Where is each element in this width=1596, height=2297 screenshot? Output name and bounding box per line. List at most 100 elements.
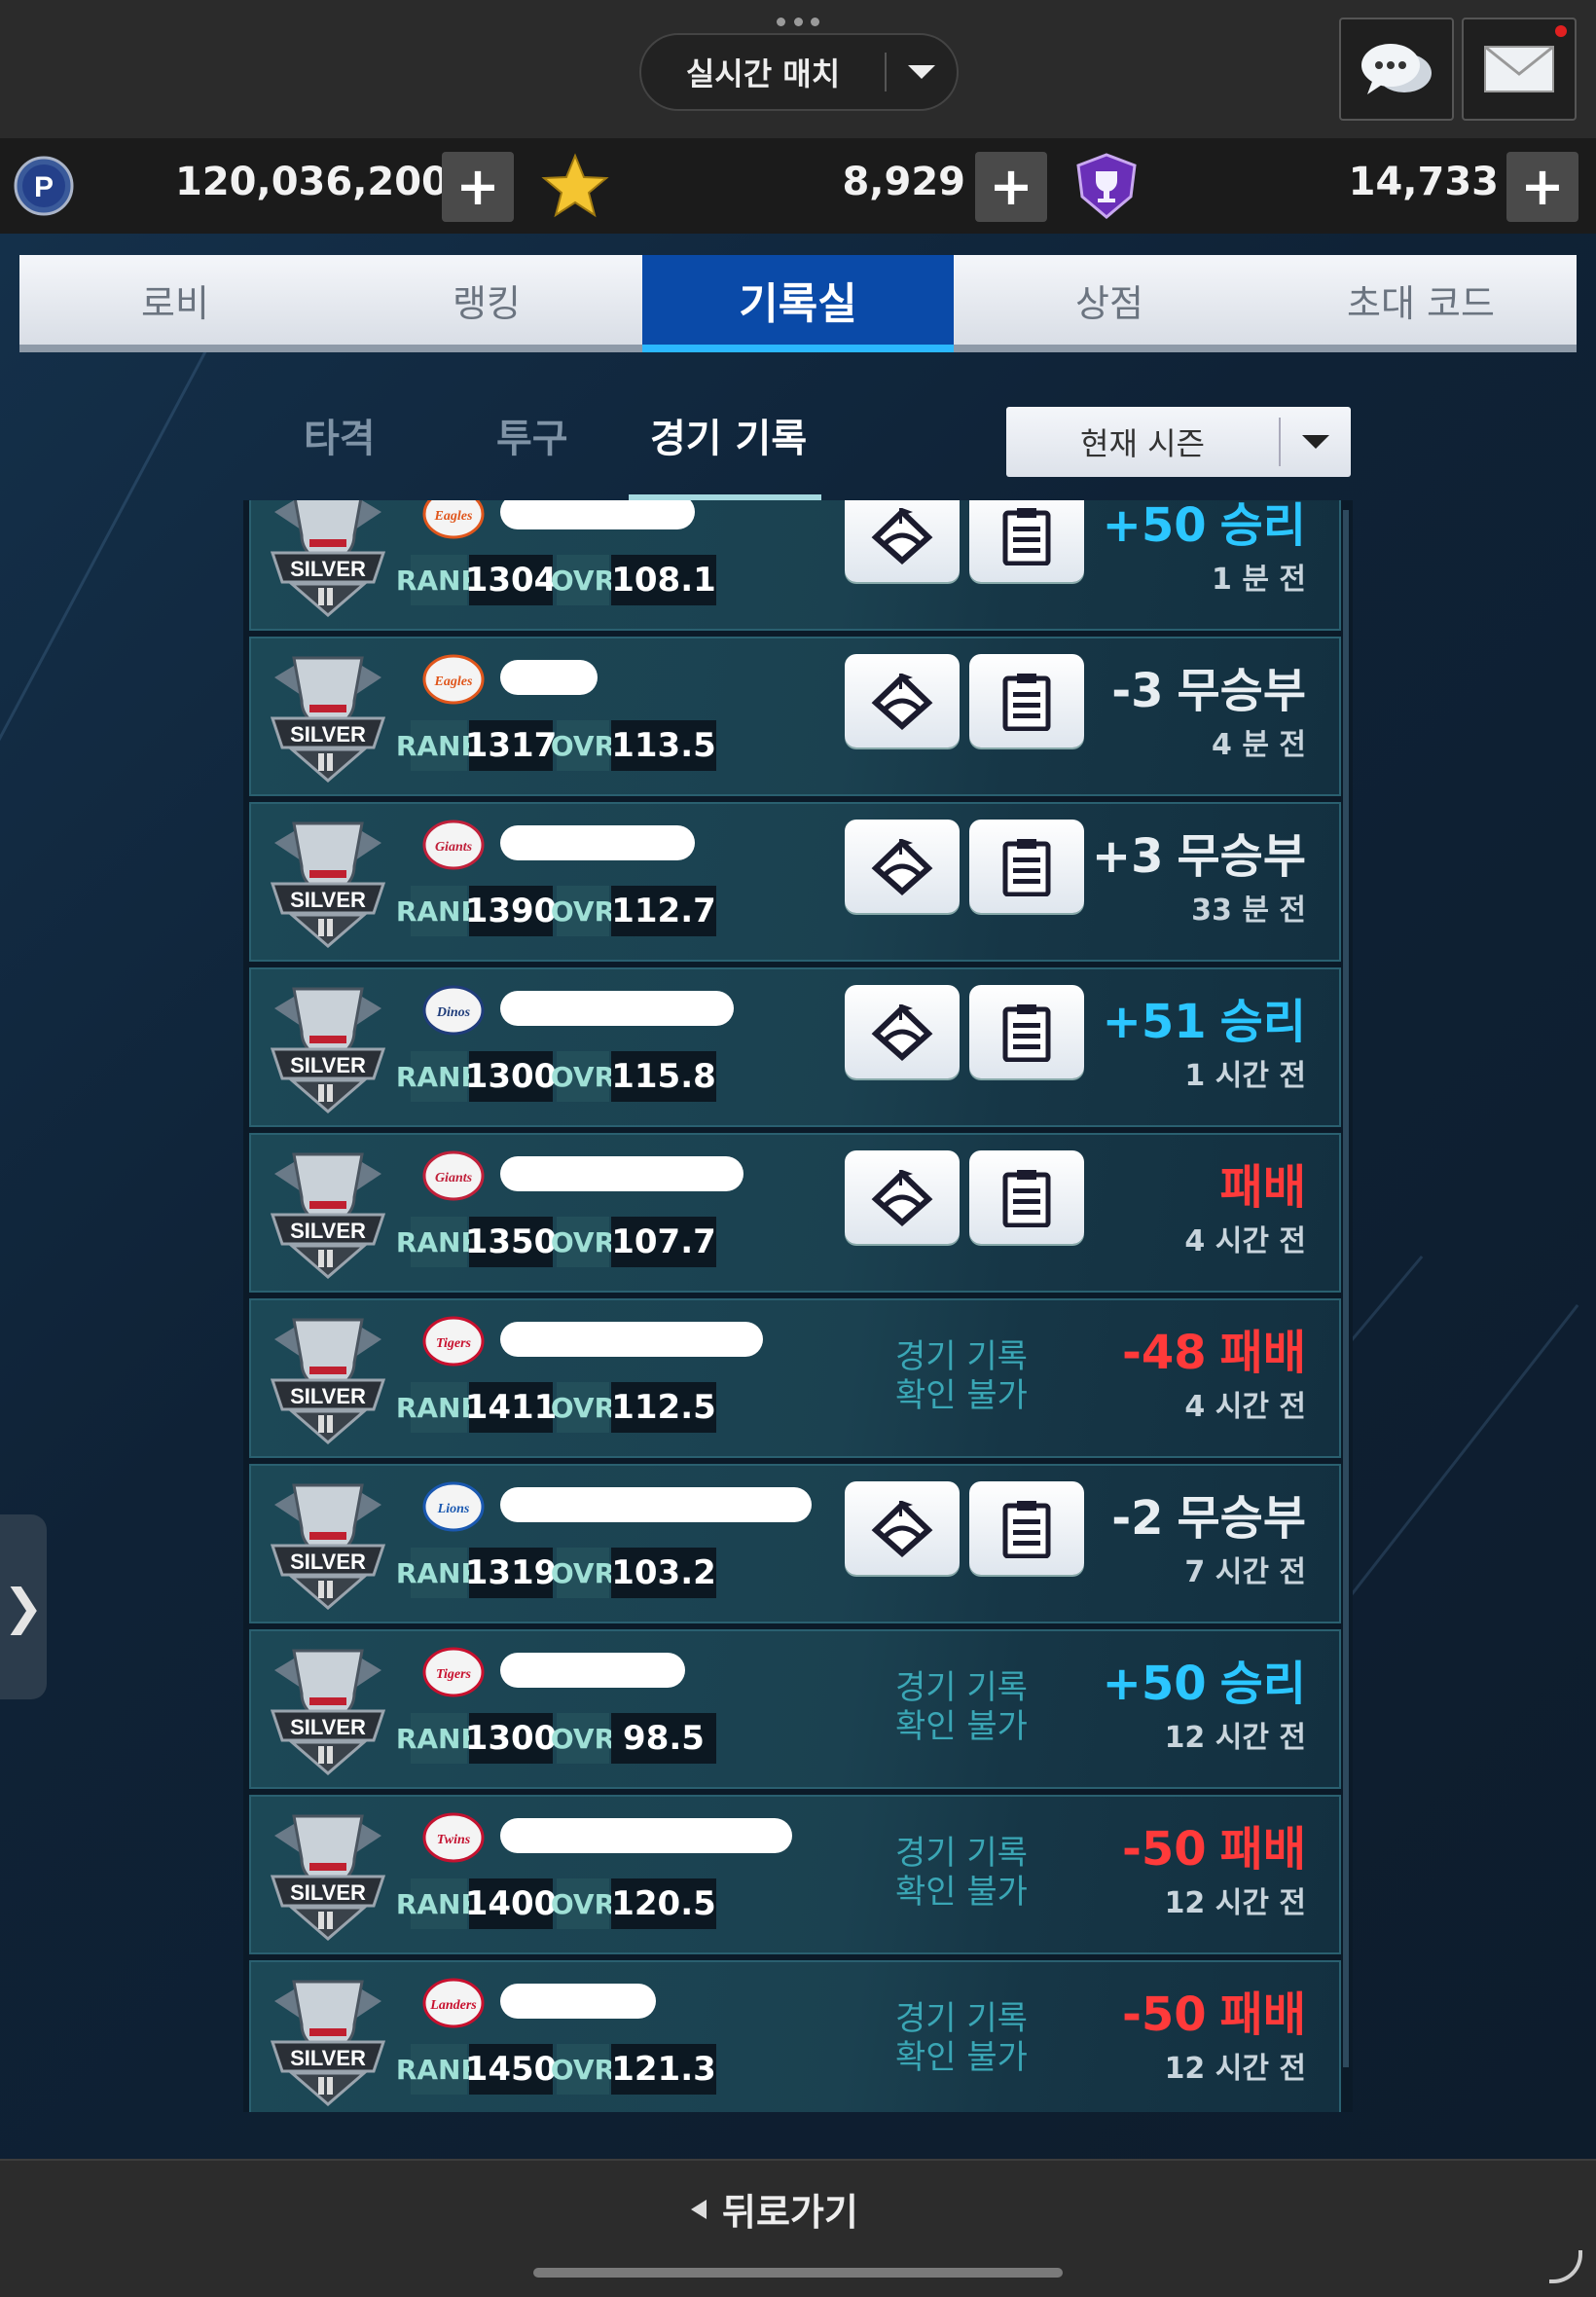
tab-lobby[interactable]: 로비 [19, 255, 331, 345]
resize-corner-icon[interactable] [1549, 2250, 1582, 2283]
redacted-nickname [500, 991, 734, 1026]
match-result: -50 패배 [1122, 1810, 1306, 1878]
score-delta: -2 [1111, 1491, 1164, 1546]
svg-text:Landers: Landers [429, 1998, 477, 2013]
box-score-button[interactable] [969, 985, 1084, 1078]
score-delta: +3 [1091, 829, 1164, 884]
team-logo-eagles-icon: Eagles [422, 654, 485, 705]
mail-button[interactable] [1462, 18, 1577, 121]
box-score-button[interactable] [969, 500, 1084, 582]
back-arrow-icon [691, 2199, 707, 2219]
rank-label: RANK [396, 1713, 482, 1764]
tier-text: SILVER [290, 1219, 366, 1243]
record-row: SILVER Tigers RANK 1411 OVR 112.5 경기 기록 확… [249, 1298, 1341, 1458]
main-area: 로비 랭킹 기록실 상점 초대 코드 타격 투구 경기 기록 현재 시즌 SIL… [0, 234, 1596, 2159]
view-game-button[interactable] [845, 654, 960, 747]
clipboard-icon [1002, 1170, 1051, 1227]
svg-text:Tigers: Tigers [436, 1336, 472, 1351]
currency-bar: P 120,036,200 + 8,929 + 14,733 + [0, 138, 1596, 234]
record-unavailable-text: 경기 기록 확인 불가 [895, 1999, 1028, 2077]
tab-shop[interactable]: 상점 [954, 255, 1265, 345]
match-time: 7 시간 전 [1184, 1555, 1306, 1589]
list-scrollbar[interactable] [1343, 510, 1349, 2067]
notification-dot [1555, 25, 1567, 37]
box-score-button[interactable] [969, 654, 1084, 747]
box-score-button[interactable] [969, 1150, 1084, 1244]
add-stars-button[interactable]: + [975, 152, 1047, 222]
team-logo-landers-icon: Landers [422, 1978, 485, 2028]
top-bar: 실시간 매치 [0, 0, 1596, 138]
tier-text: SILVER [290, 888, 366, 912]
record-row: SILVER Lions RANK 1319 OVR 103.2 -2 무승부 7… [249, 1464, 1341, 1623]
match-mode-dropdown[interactable]: 실시간 매치 [639, 33, 959, 111]
view-game-button[interactable] [845, 1481, 960, 1575]
ovr-label: OVR [551, 1878, 615, 1929]
box-score-button[interactable] [969, 820, 1084, 913]
envelope-icon [1484, 45, 1554, 92]
view-game-button[interactable] [845, 500, 960, 582]
ovr-value: 112.5 [611, 1382, 716, 1433]
record-row: SILVER Eagles RANK 1317 OVR 113.5 -3 무승부 … [249, 637, 1341, 796]
ovr-value: 98.5 [611, 1713, 716, 1764]
clipboard-icon [1002, 1501, 1051, 1558]
score-delta: -50 [1121, 1987, 1207, 2042]
rank-value: 1317 [465, 720, 557, 771]
view-game-button[interactable] [845, 1150, 960, 1244]
star-icon [541, 153, 609, 218]
team-logo-giants-icon: Giants [422, 820, 485, 870]
team-logo-giants-icon: Giants [422, 1150, 485, 1201]
score-delta: -48 [1121, 1326, 1207, 1380]
ovr-value: 108.1 [611, 555, 716, 605]
match-time: 1 분 전 [1212, 563, 1306, 597]
tier-text: SILVER [290, 1880, 366, 1905]
chat-button[interactable] [1339, 18, 1454, 121]
redacted-nickname [500, 500, 695, 529]
add-trophies-button[interactable]: + [1506, 152, 1578, 222]
stadium-icon [871, 838, 933, 895]
ovr-label: OVR [551, 2044, 615, 2095]
svg-text:Eagles: Eagles [434, 675, 473, 689]
stadium-icon [871, 1500, 933, 1557]
back-button[interactable]: 뒤로가기 [691, 2182, 858, 2236]
chat-bubbles-icon [1361, 44, 1432, 94]
tab-ranking[interactable]: 랭킹 [331, 255, 642, 345]
record-row: SILVER Landers RANK 1450 OVR 121.3 경기 기록… [249, 1960, 1341, 2112]
team-logo-tigers-icon: Tigers [422, 1647, 485, 1697]
chevron-down-icon [887, 65, 957, 79]
clipboard-icon [1002, 674, 1051, 731]
home-indicator[interactable] [533, 2268, 1063, 2278]
trophies-value: 14,733 [1348, 160, 1499, 204]
tab-records[interactable]: 기록실 [642, 255, 954, 352]
match-result: +51 승리 [1103, 983, 1306, 1051]
rank-value: 1304 [465, 555, 557, 605]
trophy-shield-icon [1076, 153, 1137, 219]
ovr-value: 113.5 [611, 720, 716, 771]
add-points-button[interactable]: + [442, 152, 514, 222]
season-dropdown[interactable]: 현재 시즌 [1006, 407, 1351, 477]
rank-value: 1411 [465, 1382, 557, 1433]
team-logo-lions-icon: Lions [422, 1481, 485, 1532]
record-row: SILVER Twins RANK 1400 OVR 120.5 경기 기록 확인… [249, 1795, 1341, 1954]
subtab-game-records[interactable]: 경기 기록 [650, 407, 807, 463]
record-row: SILVER Eagles RANK 1304 OVR 108.1 +50 승리 … [249, 500, 1341, 631]
tab-invite-code[interactable]: 초대 코드 [1265, 255, 1577, 345]
redacted-nickname [500, 1984, 656, 2019]
redacted-nickname [500, 1487, 812, 1522]
score-delta: +50 [1102, 500, 1207, 553]
ovr-label: OVR [551, 886, 615, 936]
match-time: 4 시간 전 [1184, 1390, 1306, 1424]
window-grip-icon[interactable] [777, 18, 819, 27]
silver-tier-badge-icon: SILVER [270, 656, 386, 783]
main-tabs: 로비 랭킹 기록실 상점 초대 코드 [19, 255, 1577, 352]
view-game-button[interactable] [845, 985, 960, 1078]
score-delta: -3 [1111, 664, 1164, 718]
stadium-icon [871, 507, 933, 565]
result-label: 무승부 [1177, 664, 1306, 718]
subtab-batting[interactable]: 타격 [304, 407, 376, 463]
subtab-pitching[interactable]: 투구 [496, 407, 568, 463]
game-record-list[interactable]: SILVER Eagles RANK 1304 OVR 108.1 +50 승리 … [243, 500, 1353, 2112]
box-score-button[interactable] [969, 1481, 1084, 1575]
side-panel-handle[interactable]: ❯ [0, 1514, 47, 1699]
view-game-button[interactable] [845, 820, 960, 913]
team-logo-twins-icon: Twins [422, 1812, 485, 1863]
